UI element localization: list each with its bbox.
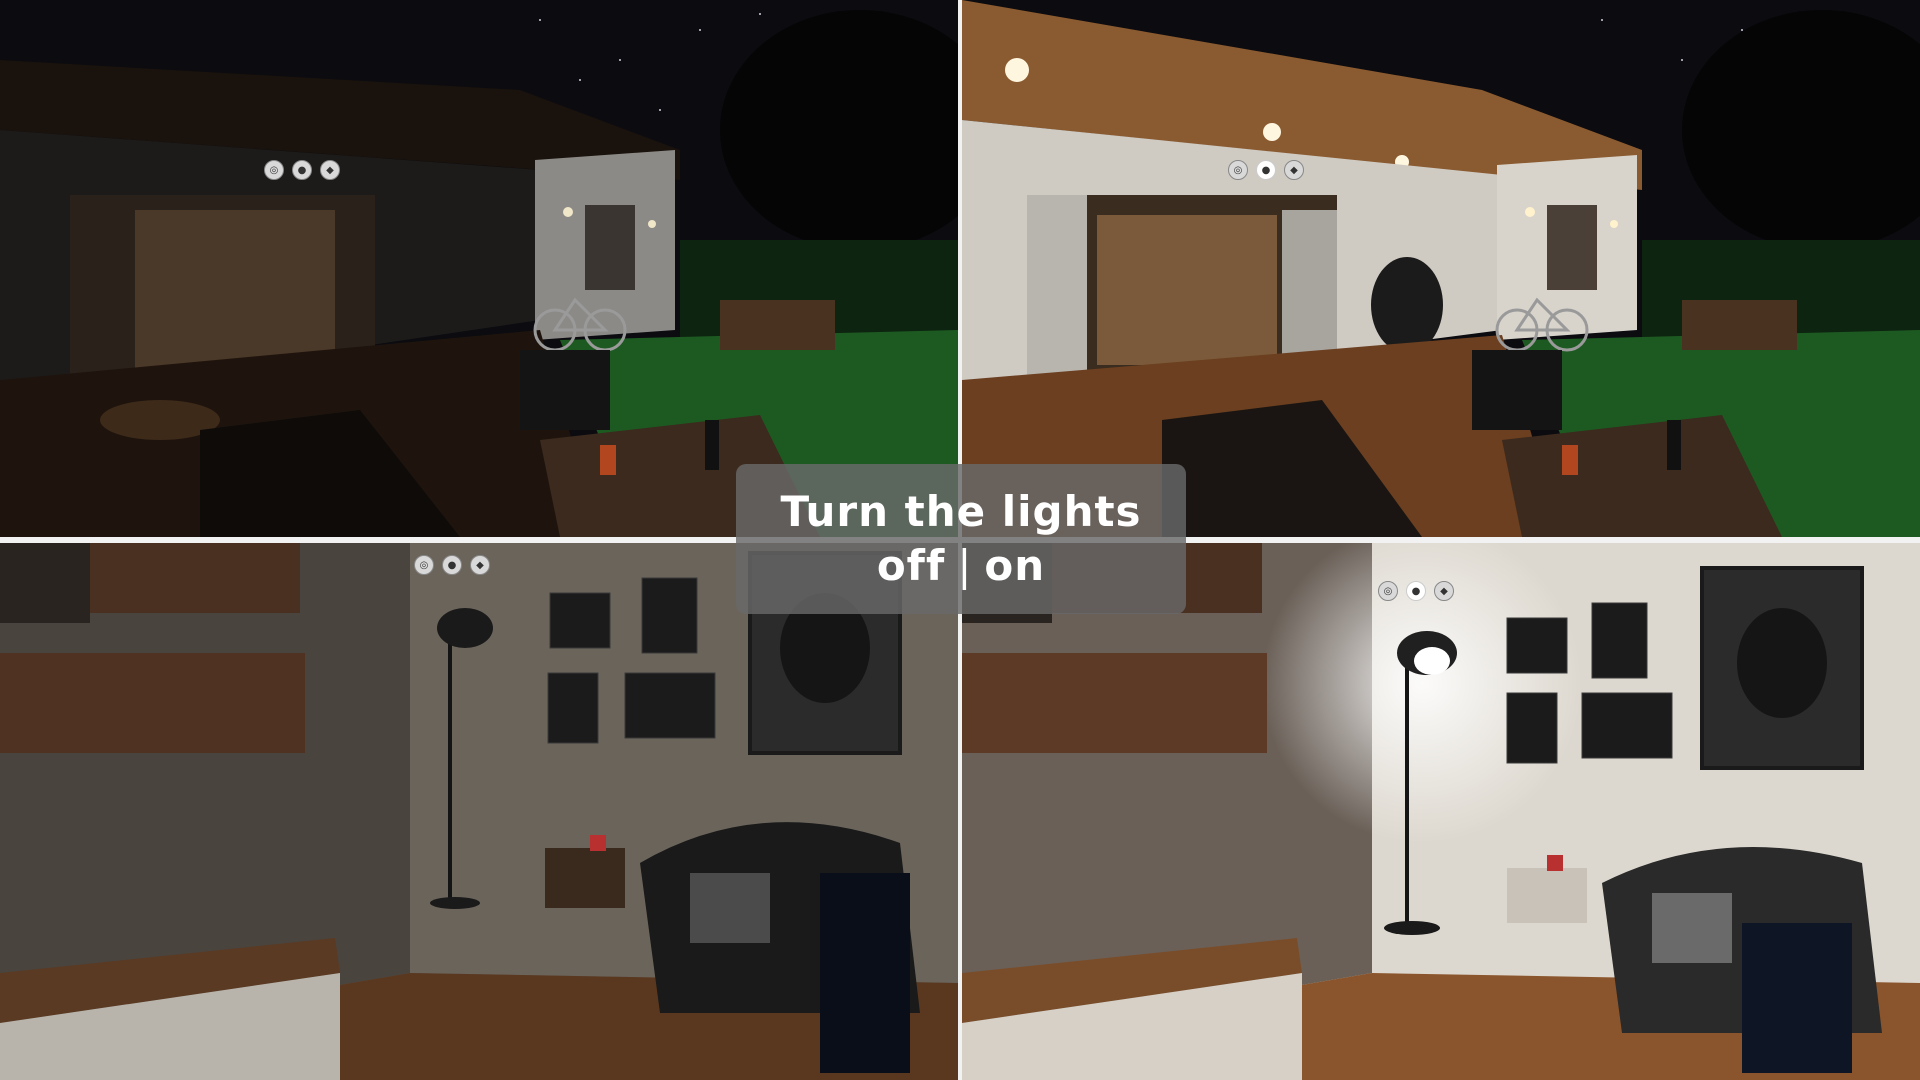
interior-glimpse [1097, 215, 1277, 365]
bottle [705, 420, 719, 470]
floor-lamp-shade [437, 608, 493, 648]
picture-frame [624, 672, 716, 739]
throw-blanket [1742, 923, 1852, 1073]
bulb-icon[interactable]: ● [1406, 581, 1426, 601]
interior-lights-on-panel: ◎ ● ◆ [962, 543, 1920, 1080]
settings-icon[interactable]: ◎ [414, 555, 434, 575]
caption-overlay: Turn the lights off | on [736, 464, 1186, 614]
wall-cabinet [0, 653, 305, 753]
bulb-icon[interactable]: ● [1256, 160, 1276, 180]
picture-frame [547, 672, 599, 744]
caption-on: on [984, 541, 1046, 590]
picture-frame [641, 577, 698, 654]
garden-bench [1682, 300, 1797, 350]
light-controls: ◎ ● ◆ [1378, 581, 1454, 601]
exterior-lights-on-panel: ◎ ● ◆ [962, 0, 1920, 537]
armchair [1472, 350, 1562, 430]
cushion [1652, 893, 1732, 963]
lamp-bulb [1414, 647, 1450, 675]
settings-icon[interactable]: ◎ [264, 160, 284, 180]
window [585, 205, 635, 290]
pointer-icon[interactable]: ◆ [320, 160, 340, 180]
bulb-icon[interactable]: ● [442, 555, 462, 575]
floor-lamp-base [430, 897, 480, 909]
picture-frame [1506, 617, 1568, 674]
side-table [1507, 868, 1587, 923]
armchair [520, 350, 610, 430]
caption-off: off [876, 541, 946, 590]
wall-cabinet [962, 653, 1267, 753]
monstera-leaf [1737, 608, 1827, 718]
pointer-icon[interactable]: ◆ [470, 555, 490, 575]
caption-separator: | [957, 541, 973, 590]
light-controls: ◎ ● ◆ [1228, 160, 1304, 180]
glass [1562, 445, 1578, 475]
pointer-icon[interactable]: ◆ [1284, 160, 1304, 180]
living-room-dark-scene [0, 543, 958, 1080]
garden-bench [720, 300, 835, 350]
bulb-icon[interactable]: ● [292, 160, 312, 180]
living-room-lit-scene [962, 543, 1920, 1080]
exterior-night-dark-scene [0, 0, 958, 537]
ceiling-light [1263, 123, 1281, 141]
side-table [545, 848, 625, 908]
bottle [1667, 420, 1681, 470]
interior-glimpse [135, 210, 335, 370]
wall-tv [0, 543, 90, 623]
glass [600, 445, 616, 475]
curtain [1027, 195, 1087, 380]
wall-lamp [563, 207, 573, 217]
exterior-lights-off-panel: ◎ ● ◆ [0, 0, 958, 537]
curtain [1282, 210, 1337, 370]
window [1547, 205, 1597, 290]
ceiling-light [1005, 58, 1029, 82]
throw-blanket [820, 873, 910, 1073]
light-controls: ◎ ● ◆ [264, 160, 340, 180]
cushion [690, 873, 770, 943]
light-controls: ◎ ● ◆ [414, 555, 490, 575]
exterior-night-lit-scene [962, 0, 1920, 537]
red-mug [590, 835, 606, 851]
caption-states: off | on [877, 539, 1045, 593]
settings-icon[interactable]: ◎ [1378, 581, 1398, 601]
picture-frame [1506, 692, 1558, 764]
red-mug [1547, 855, 1563, 871]
pointer-icon[interactable]: ◆ [1434, 581, 1454, 601]
picture-frame [1591, 602, 1648, 679]
caption-title: Turn the lights [780, 487, 1142, 536]
floor-lamp-base [1384, 921, 1440, 935]
interior-lights-off-panel: ◎ ● ◆ [0, 543, 958, 1080]
settings-icon[interactable]: ◎ [1228, 160, 1248, 180]
egg-chair [1371, 257, 1443, 353]
wall-lamp [648, 220, 656, 228]
picture-frame [549, 592, 611, 649]
picture-frame [1581, 692, 1673, 759]
